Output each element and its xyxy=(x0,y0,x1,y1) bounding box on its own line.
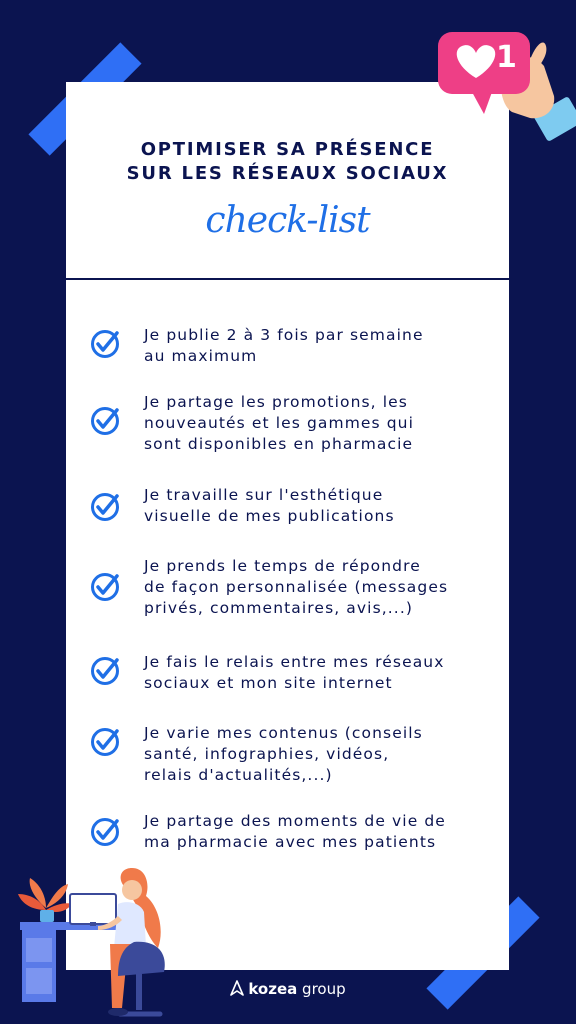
item-line: de façon personnalisée (messages xyxy=(144,578,449,596)
checklist-item-text: Je fais le relais entre mes réseaux soci… xyxy=(144,652,494,694)
check-circle-icon xyxy=(91,573,119,601)
header-divider xyxy=(66,278,509,280)
item-line: Je varie mes contenus (conseils xyxy=(144,724,423,742)
plant-icon xyxy=(18,878,72,922)
checklist-subtitle: check-list xyxy=(205,200,370,241)
item-line: Je partage des moments de vie de xyxy=(144,812,446,830)
item-line: ma pharmacie avec mes patients xyxy=(144,833,437,851)
item-line: Je travaille sur l'esthétique xyxy=(144,486,384,504)
woman-at-desk-illustration xyxy=(18,868,165,1017)
brand-suffix: group xyxy=(302,980,346,998)
item-line: visuelle de mes publications xyxy=(144,507,395,525)
like-count: 1 xyxy=(496,40,517,75)
brand-name: kozea xyxy=(248,980,298,998)
title-line-2: SUR LES RÉSEAUX SOCIAUX xyxy=(126,163,449,184)
checklist-item-text: Je publie 2 à 3 fois par semaine au maxi… xyxy=(144,325,494,367)
check-circle-icon xyxy=(91,493,119,521)
kozea-logo: kozea group xyxy=(0,980,576,998)
item-line: Je prends le temps de répondre xyxy=(144,557,421,575)
kozea-mark-icon xyxy=(230,980,245,996)
checklist-item-text: Je partage les promotions, les nouveauté… xyxy=(144,392,494,455)
item-line: sociaux et mon site internet xyxy=(144,674,393,692)
checklist-item-text: Je partage des moments de vie de ma phar… xyxy=(144,811,494,853)
item-line: Je publie 2 à 3 fois par semaine xyxy=(144,326,424,344)
item-line: au maximum xyxy=(144,347,258,365)
monitor-icon xyxy=(69,893,117,926)
item-line: santé, infographies, vidéos, xyxy=(144,745,390,763)
check-circle-icon xyxy=(91,407,119,435)
check-circle-icon xyxy=(91,657,119,685)
checklist-card: OPTIMISER SA PRÉSENCE SUR LES RÉSEAUX SO… xyxy=(66,82,509,970)
item-line: relais d'actualités,...) xyxy=(144,766,333,784)
checklist-item-text: Je varie mes contenus (conseils santé, i… xyxy=(144,723,494,786)
item-line: nouveautés et les gammes qui xyxy=(144,414,415,432)
item-line: Je partage les promotions, les xyxy=(144,393,408,411)
item-line: sont disponibles en pharmacie xyxy=(144,435,414,453)
checklist-item-text: Je prends le temps de répondre de façon … xyxy=(144,556,494,619)
item-line: privés, commentaires, avis,...) xyxy=(144,599,414,617)
item-line: Je fais le relais entre mes réseaux xyxy=(144,653,445,671)
checklist-item-text: Je travaille sur l'esthétique visuelle d… xyxy=(144,485,494,527)
check-circle-icon xyxy=(91,728,119,756)
check-circle-icon xyxy=(91,818,119,846)
check-circle-icon xyxy=(91,330,119,358)
